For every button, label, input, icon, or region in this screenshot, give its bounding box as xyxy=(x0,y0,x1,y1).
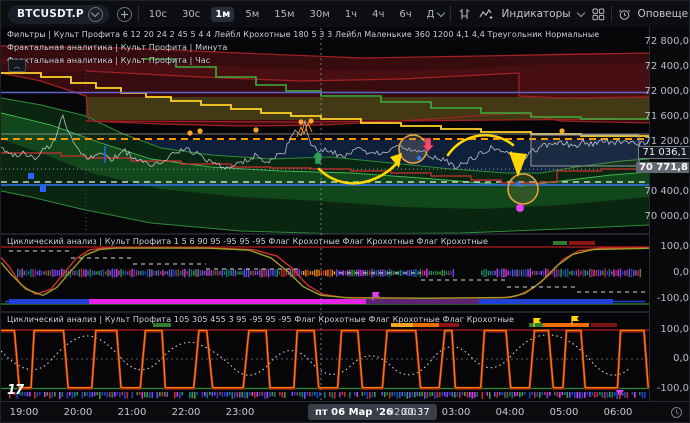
oscillator-scale-tick: 100,0 xyxy=(660,324,689,335)
legend-filters[interactable]: Фильтры | Культ Профита 6 12 20 24 2 45 … xyxy=(7,30,599,39)
timeframe-10с[interactable]: 10с xyxy=(145,7,171,22)
oscillator-scale-tick: -100,0 xyxy=(657,383,689,394)
legend-fractal-minute[interactable]: Фрактальная аналитика | Культ Профита | … xyxy=(7,43,227,52)
divider xyxy=(138,6,139,22)
indicators-icon xyxy=(479,8,494,20)
symbol-button[interactable]: BTCUSDT.P xyxy=(8,5,109,24)
crosshair-date: пт 06 Мар '26 xyxy=(315,407,393,418)
time-tick: 02:00 xyxy=(388,407,417,418)
timeframe-30с[interactable]: 30с xyxy=(178,7,204,22)
time-tick: 04:00 xyxy=(496,407,525,418)
crosshair-time-label: пт 06 Мар '26 00:37 xyxy=(308,404,437,420)
price-tick: 72 000,0 xyxy=(644,86,689,97)
crosshair-price-label: 71 036,1 xyxy=(638,146,690,159)
symbol-name: BTCUSDT.P xyxy=(17,8,84,20)
timeframe-1ч[interactable]: 1ч xyxy=(341,7,361,22)
timeframe-30м[interactable]: 30м xyxy=(306,7,334,22)
timeframe-5м[interactable]: 5м xyxy=(241,7,263,22)
alerts-button[interactable]: Оповещения xyxy=(618,8,690,21)
timeframe-group: 10с 30с 1м 5м 15м 30м 1ч 4ч 6ч Д xyxy=(145,7,439,22)
divider xyxy=(611,6,612,22)
timeframe-4ч[interactable]: 4ч xyxy=(368,7,388,22)
layout-grid-icon[interactable] xyxy=(592,8,605,21)
legend-fractal-hour[interactable]: Фрактальная аналитика | Культ Профита | … xyxy=(7,56,210,65)
time-tick: 19:00 xyxy=(10,407,39,418)
price-tick: 72 800,0 xyxy=(644,36,689,47)
top-toolbar: BTCUSDT.P 10с 30с 1м 5м 15м 30м 1ч 4ч 6ч Д Индика… xyxy=(1,1,690,28)
alerts-label: Оповещения xyxy=(638,8,690,20)
time-tick: 21:00 xyxy=(118,407,147,418)
timeframes-chevron-icon[interactable] xyxy=(437,8,445,16)
price-tick: 70 000,0 xyxy=(644,211,689,222)
time-tick: 03:00 xyxy=(442,407,471,418)
oscillator-scale-tick: 100,0 xyxy=(660,241,689,252)
price-tick: 71 200,0 xyxy=(644,136,689,147)
legend-cyclic-analysis-1[interactable]: Циклический анализ | Культ Профита 1 5 6… xyxy=(7,237,488,246)
timeframe-15м[interactable]: 15м xyxy=(270,7,298,22)
oscillator-scale-tick: 0,0 xyxy=(673,353,689,364)
time-tick: 06:00 xyxy=(604,407,633,418)
oscillator-scale-tick: 0,0 xyxy=(673,267,689,278)
chart-canvas[interactable]: Фильтры | Культ Профита 6 12 20 24 2 45 … xyxy=(1,27,649,401)
indicators-button[interactable]: Индикаторы xyxy=(479,8,583,20)
tradingview-app: BTCUSDT.P 10с 30с 1м 5м 15м 30м 1ч 4ч 6ч Д Индика… xyxy=(0,0,690,423)
price-tick: 70 400,0 xyxy=(644,186,689,197)
legend-collapse-button[interactable]: ︿ xyxy=(8,59,26,72)
compare-add-icon[interactable] xyxy=(117,7,132,22)
indicators-chevron-icon xyxy=(576,8,584,16)
alarm-clock-icon xyxy=(618,8,631,21)
indicators-label: Индикаторы xyxy=(501,8,570,20)
time-tick: 05:00 xyxy=(550,407,579,418)
price-tick: 71 600,0 xyxy=(644,111,689,122)
price-axis[interactable]: 71 036,1 70 771,8 72 800,072 400,072 000… xyxy=(649,27,690,401)
time-tick: 20:00 xyxy=(64,407,93,418)
divider xyxy=(450,6,451,22)
timeframe-1м[interactable]: 1м xyxy=(211,7,234,22)
time-tick: 23:00 xyxy=(226,407,255,418)
timeframe-6ч[interactable]: 6ч xyxy=(395,7,415,22)
last-price-label: 70 771,8 xyxy=(636,162,690,173)
price-tick: 72 400,0 xyxy=(644,61,689,72)
time-axis[interactable]: пт 06 Мар '26 00:37 19:00 20:00 21:00 22:00… xyxy=(1,401,690,423)
chart-style-icon[interactable] xyxy=(457,7,471,21)
time-tick: 22:00 xyxy=(172,407,201,418)
symbol-dropdown-icon[interactable] xyxy=(88,7,103,22)
oscillator-scale-tick: -100,0 xyxy=(657,293,689,304)
timeframe-Д[interactable]: Д xyxy=(423,7,439,22)
timezone-clock-icon[interactable] xyxy=(670,406,683,422)
author-watermark: 17 xyxy=(7,383,23,398)
legend-cyclic-analysis-2[interactable]: Циклический анализ | Культ Профита 105 3… xyxy=(7,315,514,324)
